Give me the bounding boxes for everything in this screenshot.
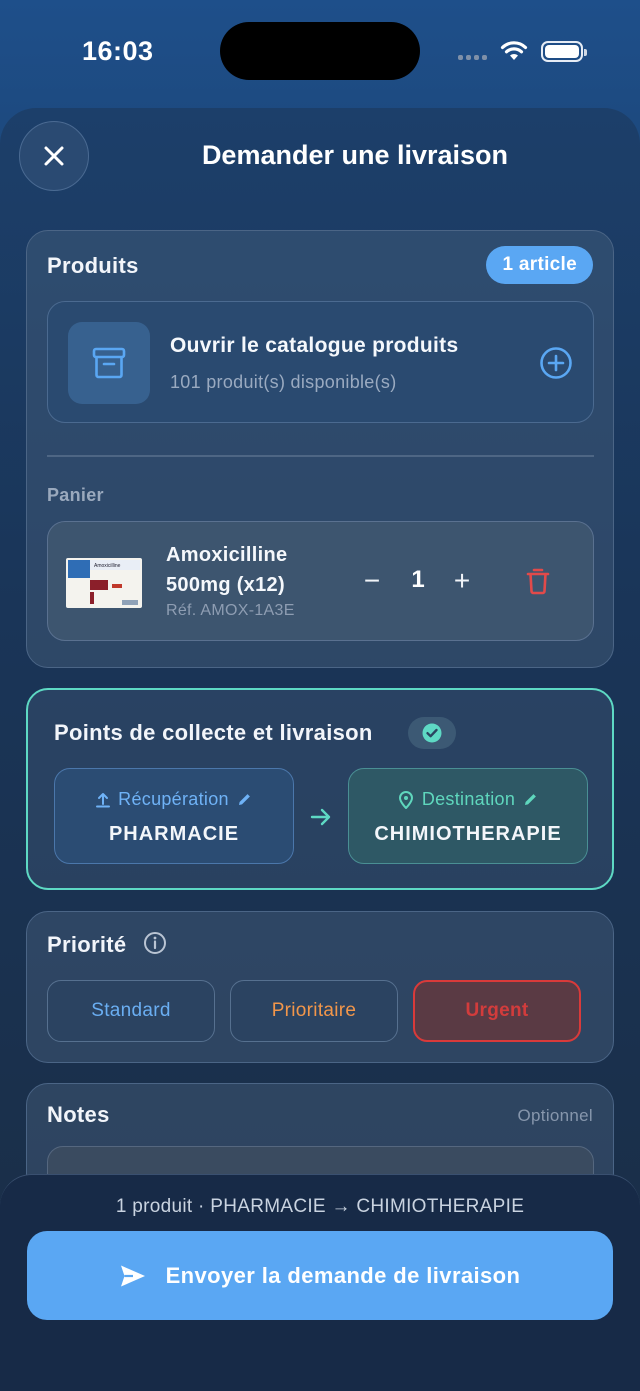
svg-text:Amoxicilline: Amoxicilline [94,563,121,569]
notes-title: Notes [47,1102,110,1127]
dynamic-island [220,22,420,80]
status-time: 16:03 [82,36,154,66]
priority-card: Priorité Standard Prioritaire Urgent [26,911,614,1063]
location-pin-icon [398,790,413,809]
priority-title: Priorité [47,932,127,957]
pickup-delivery-card: Points de collecte et livraison Récupéra… [26,688,614,890]
article-count-badge: 1 article [486,246,593,284]
cart-label: Panier [47,485,104,505]
points-title: Points de collecte et livraison [54,720,373,745]
check-circle-icon [408,717,456,749]
destination-location-button[interactable]: Destination CHIMIOTHERAPIE [348,768,588,864]
pickup-label-row: Récupération [55,789,293,810]
arrow-right-icon [310,808,331,826]
destination-label: Destination [421,789,516,809]
archive-box-icon [68,322,150,404]
add-circle-icon [540,347,572,379]
optional-label: Optionnel [517,1106,593,1125]
open-catalog-button[interactable]: Ouvrir le catalogue produits 101 produit… [47,301,594,423]
pickup-location-button[interactable]: Récupération PHARMACIE [54,768,294,864]
info-icon[interactable] [143,931,167,955]
priority-prioritaire-button[interactable]: Prioritaire [230,980,398,1042]
catalog-title: Ouvrir le catalogue produits [170,334,459,357]
pickup-label: Récupération [118,789,229,809]
destination-label-row: Destination [349,789,587,810]
page-title: Demander une livraison [201,140,509,170]
trash-icon[interactable] [526,567,550,595]
product-ref: Réf. AMOX-1A3E [166,602,295,619]
priority-urgent-button[interactable]: Urgent [413,980,581,1042]
pickup-value: PHARMACIE [108,823,240,845]
upload-icon [96,792,111,807]
divider [47,455,594,457]
destination-value: CHIMIOTHERAPIE [374,823,562,845]
status-bar: 16:03 [0,0,640,104]
catalog-subtitle: 101 produit(s) disponible(s) [170,372,397,392]
order-summary: 1 produit · PHARMACIE → CHIMIOTHERAPIE [115,1196,525,1217]
bottom-action-bar: 1 produit · PHARMACIE → CHIMIOTHERAPIE E… [0,1174,640,1391]
send-delivery-request-button[interactable]: Envoyer la demande de livraison [27,1231,613,1320]
decrease-quantity-button[interactable]: − [360,565,384,596]
pencil-icon [238,794,250,805]
battery-icon [541,41,587,62]
pencil-icon [525,794,537,805]
cellular-signal-icon [458,55,487,60]
wifi-icon [500,41,528,60]
cart-item: Amoxicilline Amoxicilline 500mg (x12) Ré… [47,521,594,641]
products-card: Produits 1 article Ouvrir le catalogue p… [26,230,614,668]
products-title: Produits [47,253,139,278]
priority-standard-button[interactable]: Standard [47,980,215,1042]
increase-quantity-button[interactable]: + [450,565,474,596]
product-image: Amoxicilline [66,558,142,608]
quantity-value: 1 [411,566,425,593]
send-button-label: Envoyer la demande de livraison [165,1262,521,1288]
send-icon [120,1265,145,1286]
product-name: Amoxicilline 500mg (x12) [166,544,288,596]
